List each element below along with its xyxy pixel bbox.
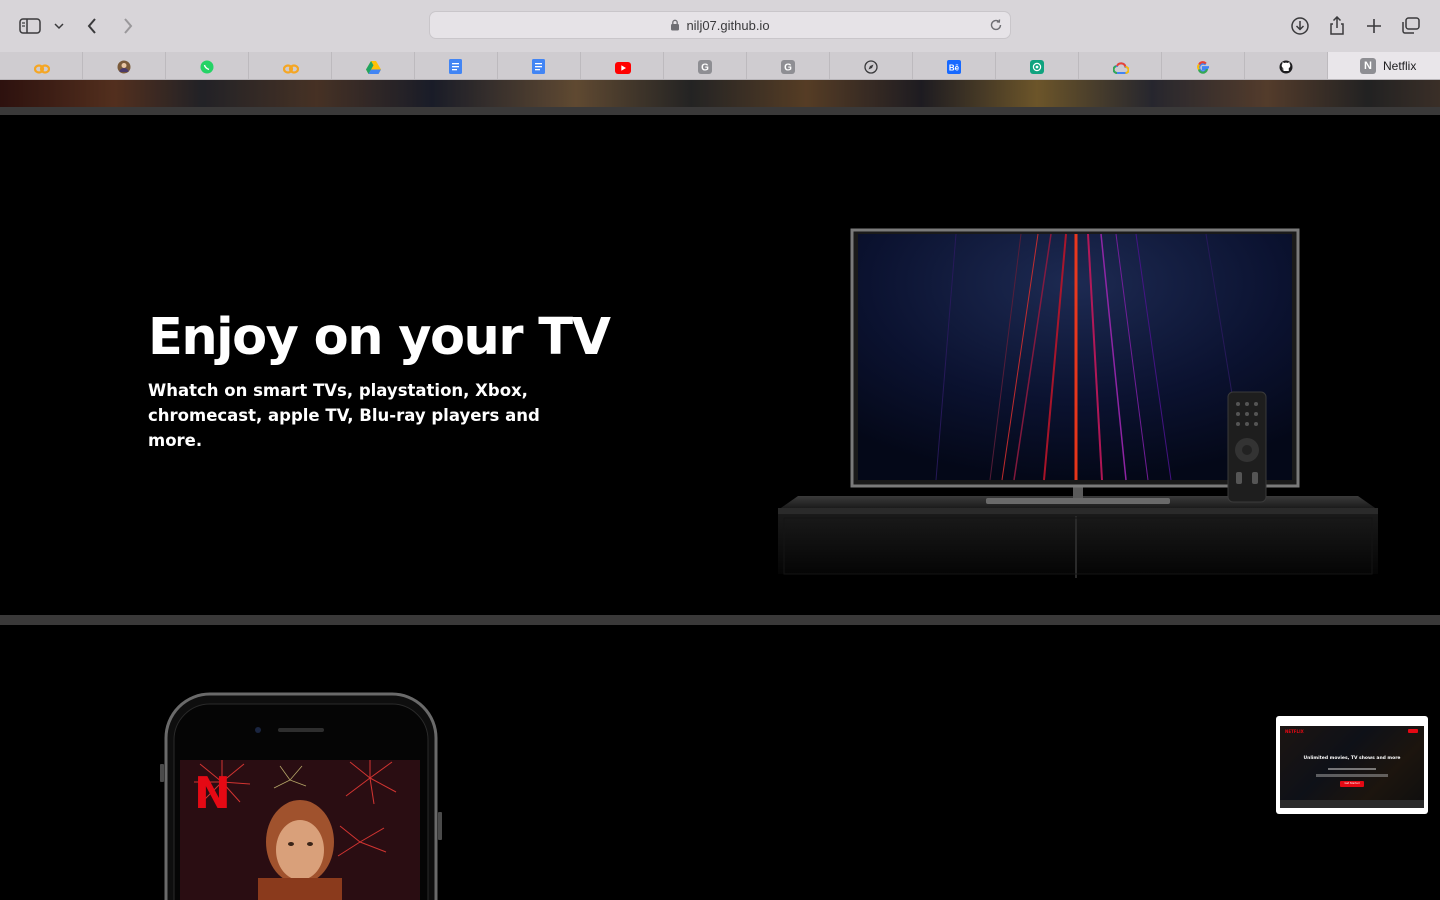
svg-text:G: G (784, 62, 792, 73)
netflix-n-icon: N (1360, 57, 1376, 74)
favorites-bar: G G Bē N Netflix (0, 52, 1440, 80)
new-tab-icon[interactable] (1361, 13, 1387, 39)
svg-text:G: G (701, 62, 709, 73)
compass-icon (864, 59, 878, 74)
section-divider (0, 107, 1440, 115)
tab-title: Netflix (1383, 58, 1417, 73)
thumbnail-footer-strip (1280, 800, 1424, 808)
favorite-tab-12[interactable]: Bē (913, 52, 996, 79)
lock-icon (671, 19, 680, 31)
phone-illustration: N (160, 692, 442, 900)
back-icon[interactable] (79, 13, 105, 39)
loop-orange-icon (282, 59, 300, 74)
hero-background-strip (0, 80, 1440, 107)
address-bar[interactable]: nilj07.github.io (429, 11, 1011, 39)
behance-icon: Bē (947, 59, 961, 74)
favorite-tab-2[interactable] (83, 52, 166, 79)
favorite-tab-7[interactable] (498, 52, 581, 79)
tab-overview-icon[interactable] (1398, 13, 1424, 39)
favorite-tab-3[interactable] (166, 52, 249, 79)
github-icon (1279, 59, 1293, 73)
letter-g-icon: G (698, 59, 712, 74)
favorite-tab-15[interactable] (1162, 52, 1245, 79)
favorite-tab-8[interactable] (581, 52, 664, 79)
loop-orange-icon (33, 59, 51, 74)
favorite-tab-14[interactable] (1079, 52, 1162, 79)
favorite-tab-1[interactable] (0, 52, 83, 79)
tv-illustration (778, 228, 1378, 578)
browser-toolbar: nilj07.github.io (0, 0, 1440, 53)
favorite-tab-10[interactable]: G (747, 52, 830, 79)
url-text: nilj07.github.io (686, 17, 770, 33)
favorite-tab-16[interactable] (1245, 52, 1328, 79)
avatar-icon (117, 59, 131, 73)
favorite-tab-6[interactable] (415, 52, 498, 79)
section-divider (0, 615, 1440, 625)
whatsapp-icon (200, 59, 214, 73)
chevron-down-icon[interactable] (48, 13, 70, 39)
thumbnail-signin-button (1408, 729, 1418, 733)
favorite-tab-13[interactable] (996, 52, 1079, 79)
youtube-icon (615, 59, 631, 74)
sidebar-toggle-icon[interactable] (17, 13, 43, 39)
thumbnail-overlay (1280, 726, 1424, 808)
google-docs-icon (449, 58, 463, 74)
google-drive-icon (366, 59, 381, 74)
thumbnail-email-field (1316, 774, 1388, 777)
thumbnail-headline: Unlimited movies, TV shows and more (1303, 756, 1401, 761)
svg-text:Bē: Bē (949, 63, 960, 72)
favorite-tab-4[interactable] (249, 52, 332, 79)
thumbnail-logo: NETFLIX (1285, 729, 1304, 734)
google-cloud-icon (1112, 59, 1130, 74)
share-icon[interactable] (1324, 13, 1350, 39)
download-icon[interactable] (1287, 13, 1313, 39)
section-title: Enjoy on your TV (148, 308, 611, 367)
favorite-tab-11[interactable] (830, 52, 913, 79)
tab-netflix[interactable]: N Netflix (1328, 52, 1440, 79)
favorite-tab-9[interactable]: G (664, 52, 747, 79)
screenshot-thumbnail[interactable]: NETFLIX Unlimited movies, TV shows and m… (1276, 716, 1428, 814)
google-docs-icon (532, 58, 546, 74)
thumbnail-cta-button: Get Started (1340, 781, 1364, 787)
letter-g-icon: G (781, 59, 795, 74)
netflix-logo-icon: N (194, 768, 231, 819)
reload-icon[interactable] (988, 17, 1004, 33)
favorite-tab-5[interactable] (332, 52, 415, 79)
section-subtitle: Whatch on smart TVs, playstation, Xbox, … (148, 381, 540, 450)
thumbnail-subtext (1328, 768, 1376, 770)
forward-icon[interactable] (115, 13, 141, 39)
chatgpt-icon (1030, 59, 1044, 74)
google-icon (1196, 59, 1210, 74)
